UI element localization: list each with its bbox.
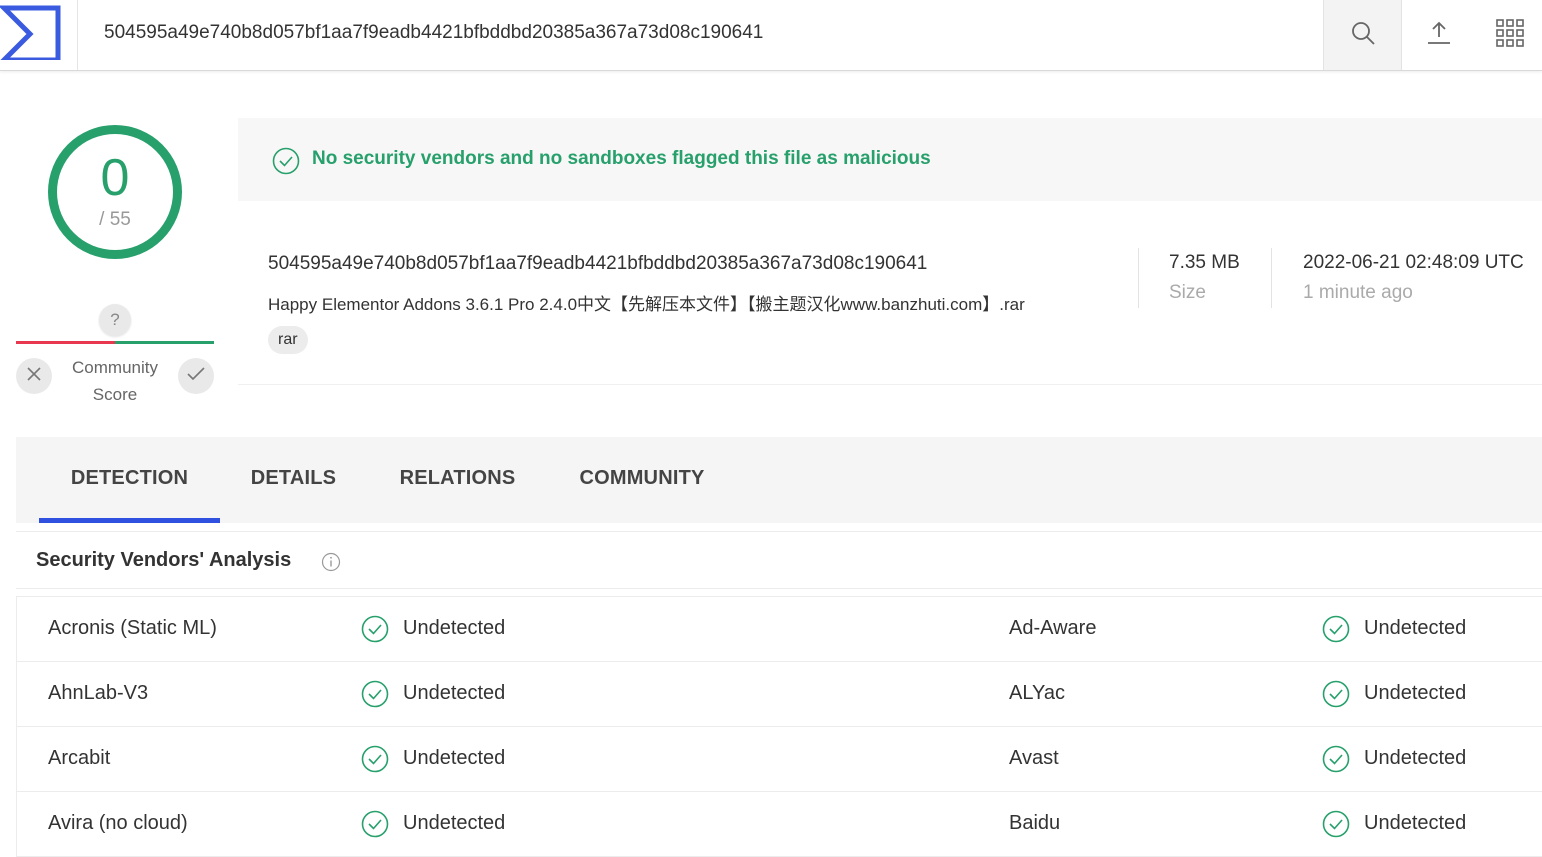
report-tabs: DETECTION DETAILS RELATIONS COMMUNITY: [16, 437, 1542, 523]
meta-divider: [1138, 248, 1139, 308]
info-icon[interactable]: [321, 552, 341, 577]
file-info-card: 504595a49e740b8d057bf1aa7f9eadb4421bfbdd…: [238, 206, 1542, 385]
table-row: Arcabit Undetected Avast Undetected: [16, 727, 1542, 792]
apps-grid-icon: [1495, 18, 1524, 52]
search-button[interactable]: [1323, 0, 1402, 70]
file-hash[interactable]: 504595a49e740b8d057bf1aa7f9eadb4421bfbdd…: [268, 253, 927, 275]
check-icon: [187, 366, 205, 386]
meta-divider: [1271, 248, 1272, 308]
check-circle-icon: [361, 680, 389, 713]
table-row: Acronis (Static ML) Undetected Ad-Aware Und…: [16, 597, 1542, 662]
vendor-name: Arcabit: [48, 747, 111, 769]
check-circle-icon: [1322, 810, 1350, 843]
check-circle-icon: [272, 147, 300, 180]
top-bar: [0, 0, 1542, 71]
vendor-status: Undetected: [403, 682, 506, 704]
tab-detection[interactable]: DETECTION: [39, 437, 220, 523]
section-title: Security Vendors' Analysis: [36, 549, 292, 571]
check-circle-icon: [1322, 615, 1350, 648]
vendor-status: Undetected: [1364, 617, 1467, 639]
active-tab-indicator: [39, 518, 220, 523]
check-circle-icon: [1322, 680, 1350, 713]
upload-icon: [1426, 20, 1452, 51]
community-score-bar-harmless: [115, 341, 214, 344]
search-input[interactable]: [90, 14, 1290, 52]
file-size-value: 7.35 MB: [1169, 252, 1240, 273]
community-score-bar-malicious: [16, 341, 115, 344]
vendor-status: Undetected: [1364, 682, 1467, 704]
community-score-label: Community Score: [55, 354, 175, 408]
tab-relations[interactable]: RELATIONS: [381, 437, 534, 523]
community-score-label-line2: Score: [92, 385, 138, 404]
check-circle-icon: [361, 745, 389, 778]
vendor-table: Acronis (Static ML) Undetected Ad-Aware Und…: [16, 596, 1542, 857]
search-icon: [1350, 20, 1376, 51]
sigma-logo-icon[interactable]: [0, 4, 62, 63]
vendors-section-header: Security Vendors' Analysis: [16, 531, 1542, 589]
analysis-date-relative: 1 minute ago: [1303, 282, 1413, 303]
vendor-status: Undetected: [1364, 812, 1467, 834]
vendor-status: Undetected: [403, 812, 506, 834]
vendor-name: Avast: [1009, 747, 1059, 769]
detection-total: / 55: [99, 209, 131, 230]
file-type-tag[interactable]: rar: [268, 326, 308, 354]
upload-button[interactable]: [1400, 0, 1477, 70]
analysis-date-value: 2022-06-21 02:48:09 UTC: [1303, 252, 1524, 273]
vendor-name: Avira (no cloud): [48, 812, 188, 834]
vendor-name: Acronis (Static ML): [48, 617, 217, 639]
vote-harmless-button[interactable]: [178, 358, 214, 394]
vendor-name: Ad-Aware: [1009, 617, 1097, 639]
close-icon: [27, 366, 41, 386]
vendor-name: ALYac: [1009, 682, 1065, 704]
file-name: Happy Elementor Addons 3.6.1 Pro 2.4.0中文…: [268, 295, 1025, 314]
table-row: Avira (no cloud) Undetected Baidu Undetecte…: [16, 792, 1542, 857]
check-circle-icon: [1322, 745, 1350, 778]
vote-malicious-button[interactable]: [16, 358, 52, 394]
vendor-status: Undetected: [1364, 747, 1467, 769]
vendor-name: Baidu: [1009, 812, 1061, 834]
check-circle-icon: [361, 810, 389, 843]
vendor-status: Undetected: [403, 617, 506, 639]
community-score-value: ?: [99, 304, 131, 336]
verdict-banner: No security vendors and no sandboxes fla…: [238, 118, 1542, 201]
vendor-status: Undetected: [403, 747, 506, 769]
tab-details[interactable]: DETAILS: [232, 437, 355, 523]
table-row: AhnLab-V3 Undetected ALYac Undetected: [16, 662, 1542, 727]
apps-menu-button[interactable]: [1477, 0, 1542, 70]
logo-divider: [77, 0, 78, 70]
community-score-label-line1: Community: [72, 358, 158, 377]
check-circle-icon: [361, 615, 389, 648]
tab-community[interactable]: COMMUNITY: [562, 437, 722, 523]
vendor-name: AhnLab-V3: [48, 682, 149, 704]
file-size-label: Size: [1169, 282, 1206, 303]
verdict-text: No security vendors and no sandboxes fla…: [312, 148, 931, 169]
detection-count: 0: [100, 149, 130, 207]
